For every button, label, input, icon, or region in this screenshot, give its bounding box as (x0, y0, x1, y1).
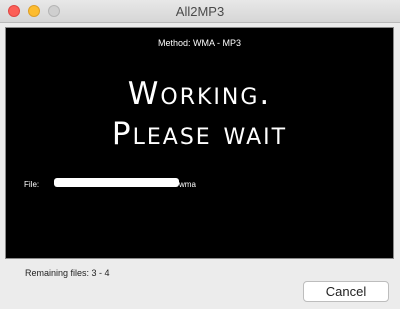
redacted-filename (54, 178, 179, 187)
working-message: Working. Please wait (6, 74, 393, 154)
title-bar: All2MP3 (0, 0, 400, 23)
working-line-2: Please wait (111, 116, 288, 152)
file-extension: wma (179, 180, 196, 189)
file-label: File: (24, 180, 40, 189)
working-line-1: Working. (127, 76, 272, 112)
progress-display: Method: WMA - MP3 Working. Please wait F… (5, 27, 394, 259)
window-title: All2MP3 (175, 4, 225, 19)
remaining-files-label: Remaining files: 3 - 4 (25, 268, 110, 278)
cancel-button[interactable]: Cancel (303, 281, 389, 302)
method-label: Method: WMA - MP3 (157, 38, 242, 48)
app-window: All2MP3 Method: WMA - MP3 Working. Pleas… (0, 0, 400, 309)
